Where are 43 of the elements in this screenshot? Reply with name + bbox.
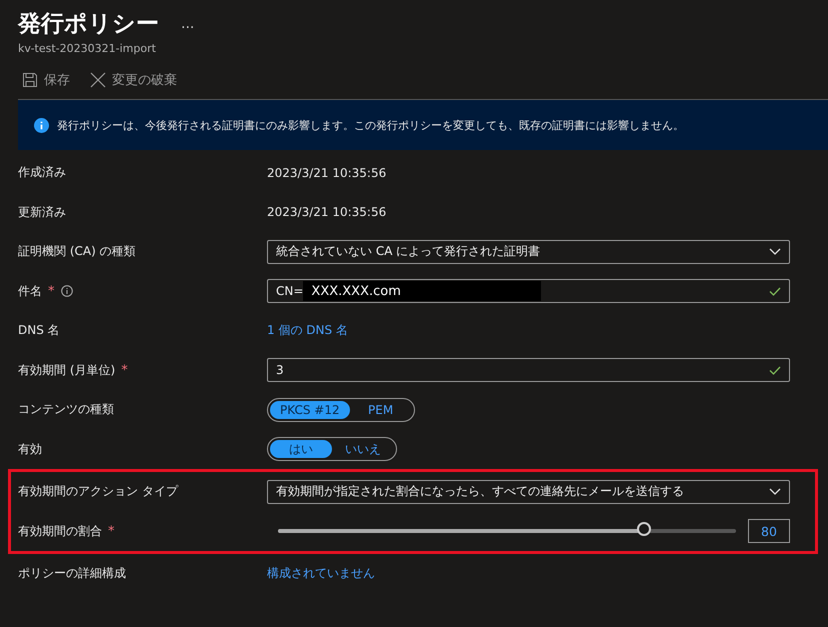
field-label: 有効 — [18, 440, 42, 458]
chevron-down-icon — [769, 248, 781, 256]
segment-option[interactable]: いいえ — [332, 440, 394, 458]
link[interactable]: 1 個の DNS 名 — [267, 322, 348, 340]
input-field[interactable]: 3 — [267, 358, 790, 382]
page-title: 発行ポリシー — [18, 10, 159, 39]
dropdown-value: 有効期間が指定された割合になったら、すべての連絡先にメールを送信する — [276, 483, 684, 500]
field-label: 件名 — [18, 282, 42, 300]
segment-option[interactable]: PKCS #12 — [270, 400, 350, 419]
number-field[interactable]: 80 — [748, 519, 790, 544]
field-label: DNS 名 — [18, 322, 60, 340]
link[interactable]: 構成されていません — [267, 565, 375, 582]
field-label: コンテンツの種類 — [18, 401, 114, 418]
input-prefix: CN= — [276, 284, 304, 298]
input-value: 3 — [276, 363, 284, 378]
field-value: 2023/3/21 10:35:56 — [267, 205, 386, 220]
close-icon — [90, 72, 106, 88]
field-label: 有効期間 (月単位) — [18, 362, 116, 379]
banner-text: 発行ポリシーは、今後発行される証明書にのみ影響します。この発行ポリシーを変更しても、既存の証明書には影響しません。 — [57, 118, 684, 132]
dropdown[interactable]: 有効期間が指定された割合になったら、すべての連絡先にメールを送信する — [267, 480, 790, 504]
dropdown[interactable]: 統合されていない CA によって発行された証明書 — [267, 240, 790, 264]
field-label: 有効期間のアクション タイプ — [18, 483, 178, 500]
dropdown-value: 統合されていない CA によって発行された証明書 — [276, 243, 540, 260]
save-icon — [22, 72, 38, 88]
required-mark: * — [48, 284, 54, 299]
field-label: 作成済み — [18, 164, 66, 182]
field-label: 証明機関 (CA) の種類 — [18, 243, 136, 260]
info-icon[interactable] — [60, 285, 72, 298]
segment-option[interactable]: PEM — [350, 400, 412, 419]
subtitle: kv-test-20230321-import — [18, 42, 157, 55]
slider-thumb[interactable] — [637, 522, 652, 536]
field-label: ポリシーの詳細構成 — [18, 565, 126, 582]
input-field[interactable]: CN= XXX.XXX.com — [267, 279, 790, 304]
more-button[interactable]: ... — [181, 16, 194, 32]
input-value: XXX.XXX.com — [303, 281, 542, 302]
required-mark: * — [121, 362, 128, 378]
chevron-down-icon — [769, 488, 781, 496]
segment-option[interactable]: はい — [270, 440, 332, 458]
required-mark: * — [108, 524, 114, 539]
field-label: 更新済み — [18, 204, 66, 221]
field-label: 有効期間の割合 — [18, 522, 102, 540]
field-value: 2023/3/21 10:35:56 — [267, 166, 386, 180]
info-icon — [34, 118, 49, 132]
